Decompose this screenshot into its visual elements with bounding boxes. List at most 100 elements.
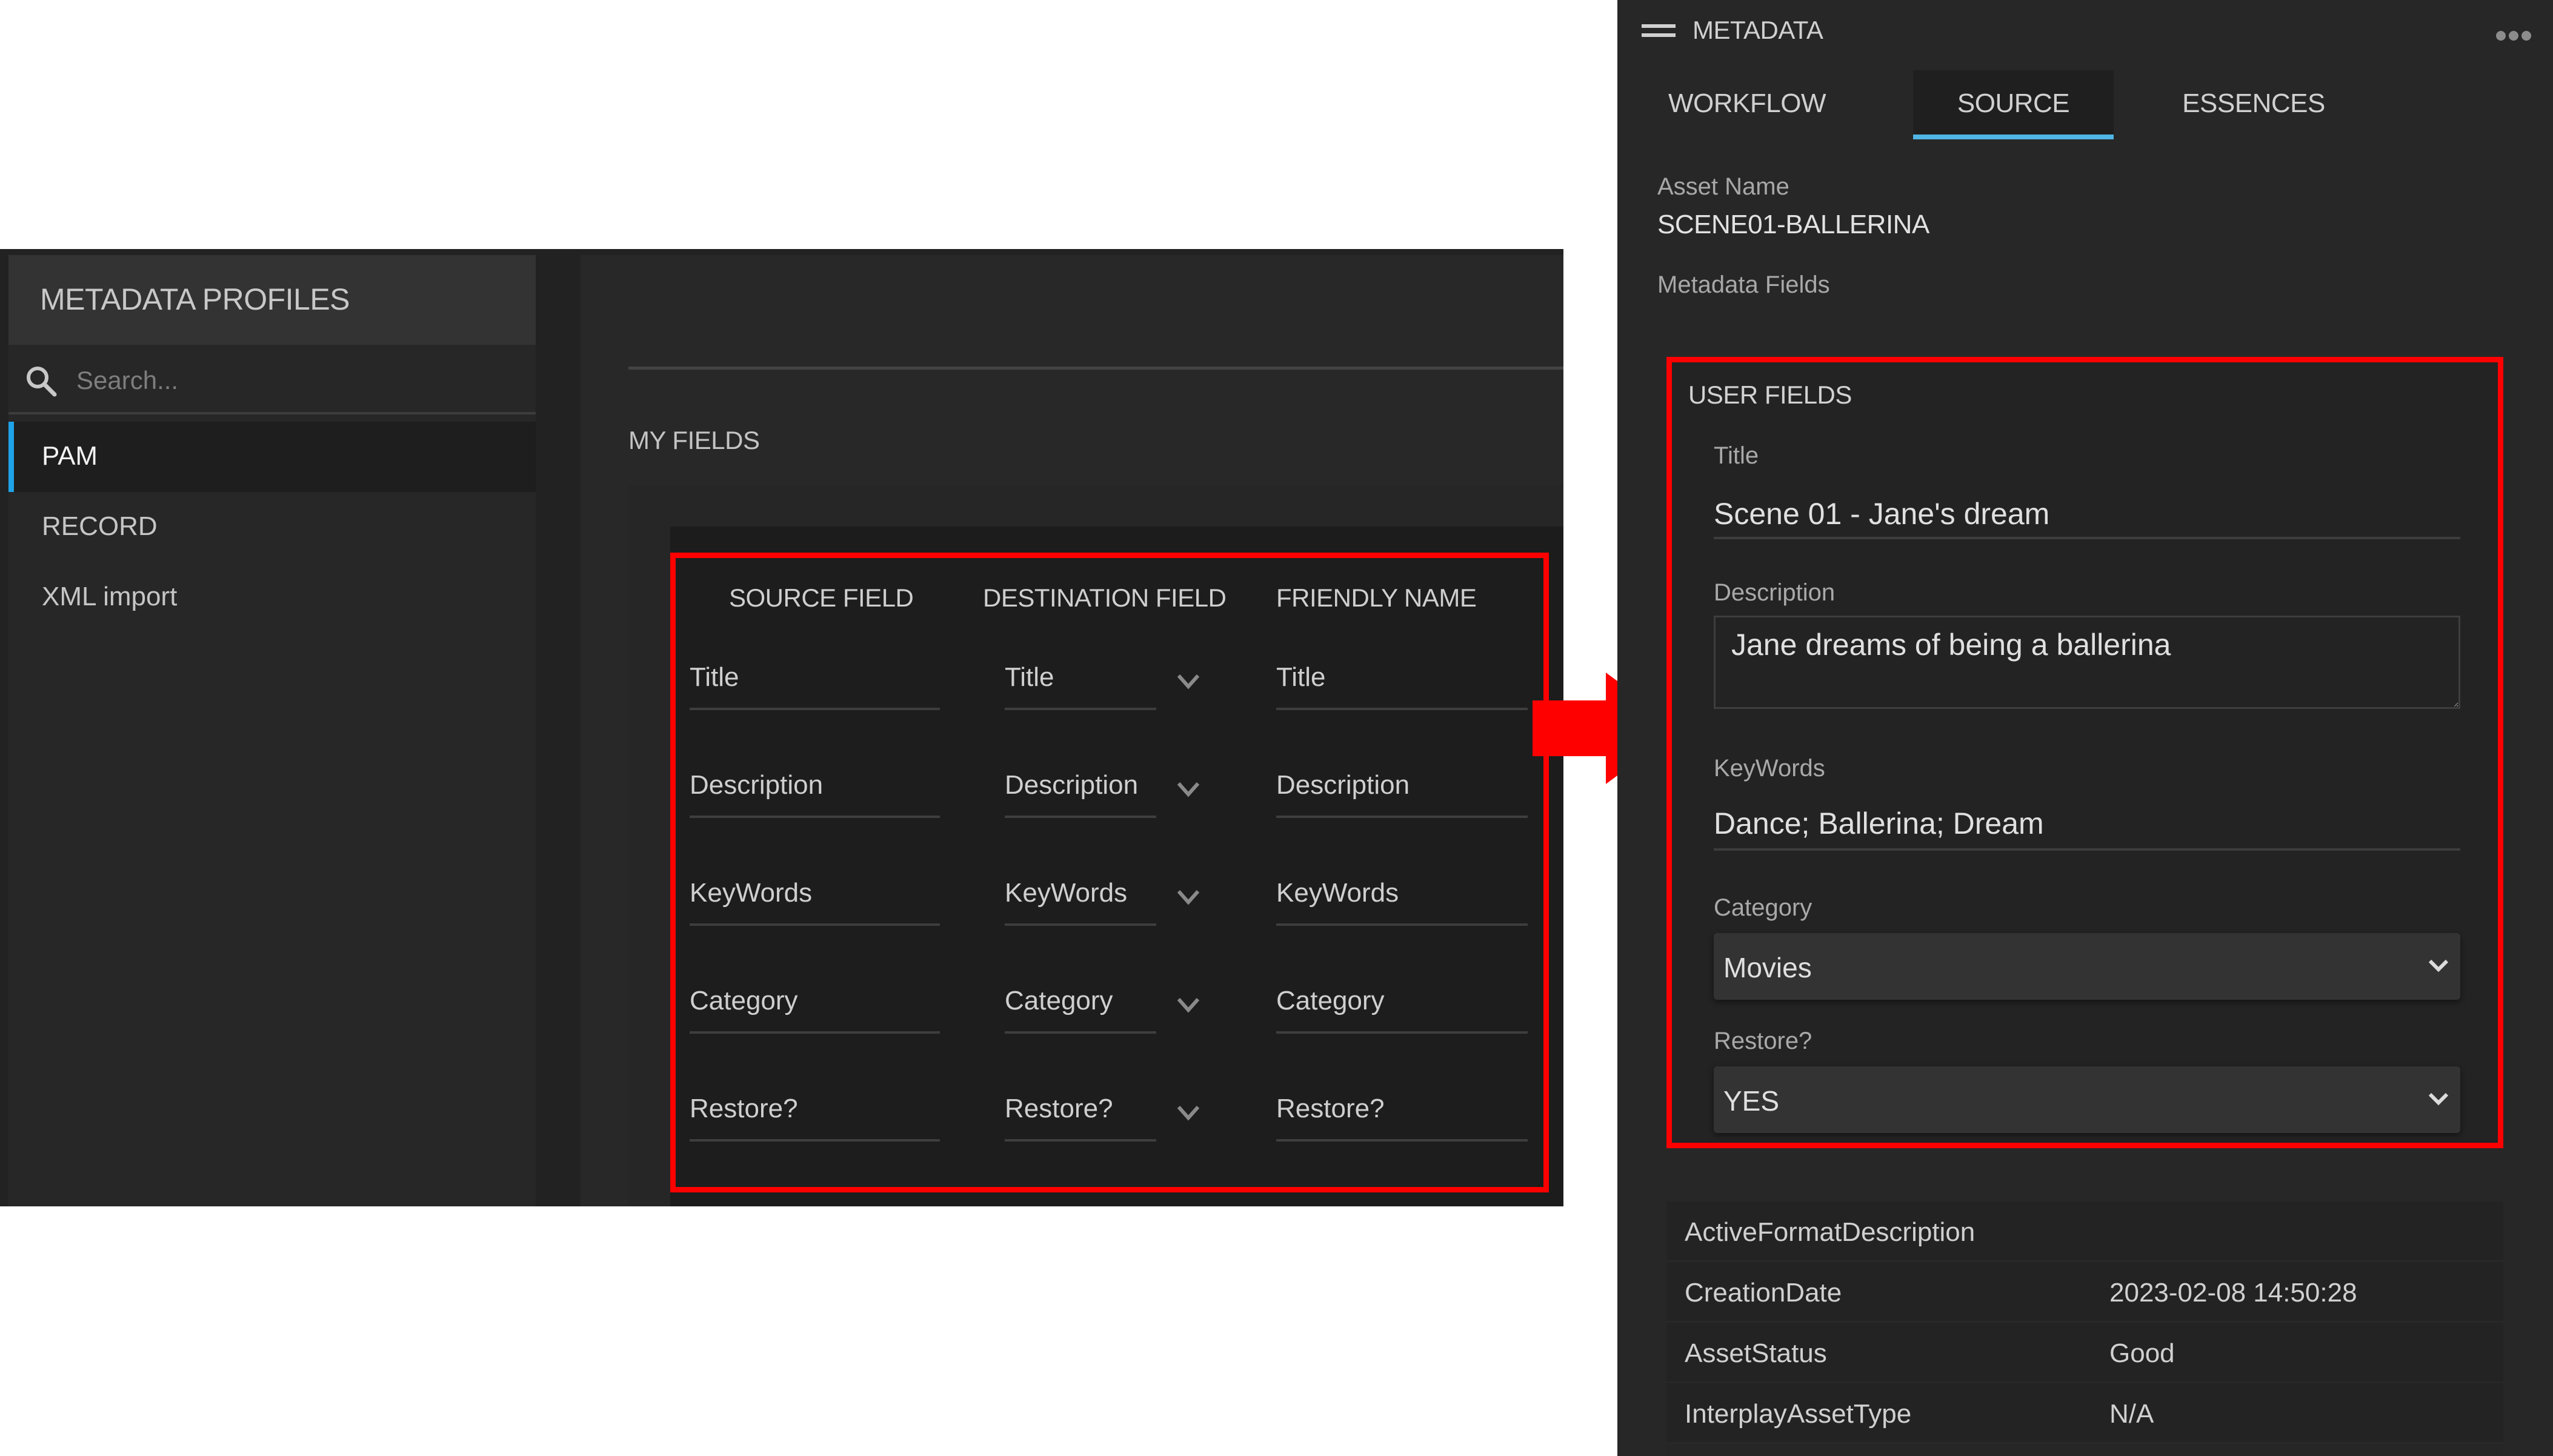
search-icon bbox=[27, 367, 57, 397]
destination-field-select[interactable]: Title bbox=[1005, 643, 1211, 716]
column-header-destination-field: DESTINATION FIELD bbox=[983, 583, 1227, 612]
property-row: ActiveFormatDescription bbox=[1666, 1202, 2503, 1262]
panel-title: METADATA bbox=[1693, 16, 1823, 44]
cell-value: Description bbox=[1276, 770, 1410, 800]
sidebar-item-label: XML import bbox=[42, 582, 178, 611]
friendly-name-input[interactable]: KeyWords bbox=[1276, 859, 1528, 931]
source-field-input[interactable]: Description bbox=[690, 751, 940, 823]
cell-value: Description bbox=[690, 770, 824, 800]
property-row: CreationDate 2023-02-08 14:50:28 bbox=[1666, 1262, 2503, 1323]
cell-value: KeyWords bbox=[690, 878, 813, 908]
chevron-down-icon bbox=[2428, 959, 2449, 972]
profile-search-input[interactable] bbox=[75, 362, 502, 399]
section-divider bbox=[628, 367, 1563, 370]
friendly-name-input[interactable]: Category bbox=[1276, 966, 1528, 1039]
destination-field-select[interactable]: Description bbox=[1005, 751, 1211, 823]
chevron-down-icon bbox=[1177, 1106, 1200, 1121]
cell-value: Title bbox=[1276, 662, 1326, 692]
keywords-field-label: KeyWords bbox=[1714, 755, 1825, 782]
friendly-name-input[interactable]: Description bbox=[1276, 751, 1528, 823]
user-fields-heading: USER FIELDS bbox=[1688, 381, 1852, 409]
friendly-name-input[interactable]: Restore? bbox=[1276, 1074, 1528, 1147]
column-header-friendly-name: FRIENDLY NAME bbox=[1276, 583, 1477, 612]
field-mapping-table: SOURCE FIELD DESTINATION FIELD FRIENDLY … bbox=[670, 553, 1549, 1192]
source-field-input[interactable]: Category bbox=[690, 966, 940, 1039]
category-select[interactable]: Movies bbox=[1714, 933, 2460, 1000]
user-fields-section: USER FIELDS Title Description Jane dream… bbox=[1666, 357, 2503, 1148]
field-underline bbox=[690, 923, 940, 926]
property-key: AssetStatus bbox=[1685, 1338, 1827, 1368]
field-underline bbox=[1005, 816, 1156, 818]
field-underline bbox=[1276, 1139, 1528, 1142]
asset-name-value: SCENE01-BALLERINA bbox=[1657, 210, 1929, 239]
field-underline bbox=[1276, 923, 1528, 926]
more-options-icon[interactable] bbox=[2495, 29, 2532, 42]
cell-value: KeyWords bbox=[1276, 878, 1399, 908]
restore-selected-value: YES bbox=[1723, 1085, 1780, 1117]
tab-workflow[interactable]: WORKFLOW bbox=[1656, 70, 1838, 139]
tab-source[interactable]: SOURCE bbox=[1913, 70, 2114, 139]
sidebar-item-label: RECORD bbox=[42, 511, 158, 541]
chevron-down-icon bbox=[2428, 1092, 2449, 1106]
source-field-input[interactable]: Title bbox=[690, 643, 940, 716]
chevron-down-icon bbox=[1177, 782, 1200, 797]
cell-value: Restore? bbox=[1276, 1094, 1385, 1123]
description-field-label: Description bbox=[1714, 579, 1836, 606]
sidebar-item-label: PAM bbox=[42, 441, 98, 471]
field-underline bbox=[1276, 708, 1528, 710]
field-underline bbox=[1276, 1031, 1528, 1034]
property-row: InterplayAssetType N/A bbox=[1666, 1383, 2503, 1444]
asset-name-label: Asset Name bbox=[1657, 173, 1789, 200]
profiles-sidebar: METADATA PROFILES PAM RECORD XML import bbox=[8, 255, 536, 1206]
sidebar-item-record[interactable]: RECORD bbox=[8, 492, 536, 562]
cell-value: Title bbox=[1005, 662, 1054, 692]
metadata-fields-label: Metadata Fields bbox=[1657, 271, 1830, 298]
field-underline bbox=[1276, 816, 1528, 818]
keywords-field-input[interactable] bbox=[1714, 799, 2460, 851]
destination-field-select[interactable]: Restore? bbox=[1005, 1074, 1211, 1147]
destination-field-select[interactable]: KeyWords bbox=[1005, 859, 1211, 931]
column-header-source-field: SOURCE FIELD bbox=[729, 583, 914, 612]
description-field-textarea[interactable]: Jane dreams of being a ballerina bbox=[1714, 616, 2460, 709]
destination-field-select[interactable]: Category bbox=[1005, 966, 1211, 1039]
sidebar-item-xml-import[interactable]: XML import bbox=[8, 562, 536, 633]
cell-value: Category bbox=[690, 986, 798, 1016]
field-underline bbox=[1005, 923, 1156, 926]
field-underline bbox=[1005, 1139, 1156, 1142]
property-value: 2023-02-08 14:50:28 bbox=[2109, 1278, 2357, 1308]
chevron-down-icon bbox=[1177, 674, 1200, 690]
cell-value: Title bbox=[690, 662, 739, 692]
property-key: InterplayAssetType bbox=[1685, 1399, 1912, 1429]
cell-value: Restore? bbox=[1005, 1094, 1113, 1123]
field-underline bbox=[1005, 708, 1156, 710]
field-underline bbox=[690, 1139, 940, 1142]
source-field-input[interactable]: KeyWords bbox=[690, 859, 940, 931]
category-selected-value: Movies bbox=[1723, 952, 1812, 983]
sidebar-item-pam[interactable]: PAM bbox=[8, 422, 536, 492]
chevron-down-icon bbox=[1177, 890, 1200, 905]
cell-value: KeyWords bbox=[1005, 878, 1128, 908]
cell-value: Description bbox=[1005, 770, 1139, 800]
chevron-down-icon bbox=[1177, 998, 1200, 1013]
field-underline bbox=[1005, 1031, 1156, 1034]
property-row: AssetStatus Good bbox=[1666, 1323, 2503, 1383]
friendly-name-input[interactable]: Title bbox=[1276, 643, 1528, 716]
property-value: N/A bbox=[2109, 1399, 2154, 1429]
search-row bbox=[8, 345, 536, 414]
cell-value: Restore? bbox=[690, 1094, 798, 1123]
cell-value: Category bbox=[1276, 986, 1385, 1016]
properties-table: ActiveFormatDescription CreationDate 202… bbox=[1666, 1202, 2503, 1456]
metadata-profiles-window: METADATA PROFILES PAM RECORD XML import … bbox=[0, 249, 1563, 1206]
tab-essences[interactable]: ESSENCES bbox=[2163, 70, 2345, 139]
cell-value: Category bbox=[1005, 986, 1113, 1016]
my-fields-heading: MY FIELDS bbox=[628, 426, 760, 454]
hamburger-menu-icon[interactable] bbox=[1642, 22, 1676, 40]
source-field-input[interactable]: Restore? bbox=[690, 1074, 940, 1147]
restore-field-label: Restore? bbox=[1714, 1028, 1812, 1054]
title-field-input[interactable] bbox=[1714, 491, 2460, 539]
field-underline bbox=[690, 816, 940, 818]
sidebar-title: METADATA PROFILES bbox=[40, 282, 350, 316]
restore-select[interactable]: YES bbox=[1714, 1066, 2460, 1133]
field-underline bbox=[690, 708, 940, 710]
property-key: CreationDate bbox=[1685, 1278, 1842, 1308]
